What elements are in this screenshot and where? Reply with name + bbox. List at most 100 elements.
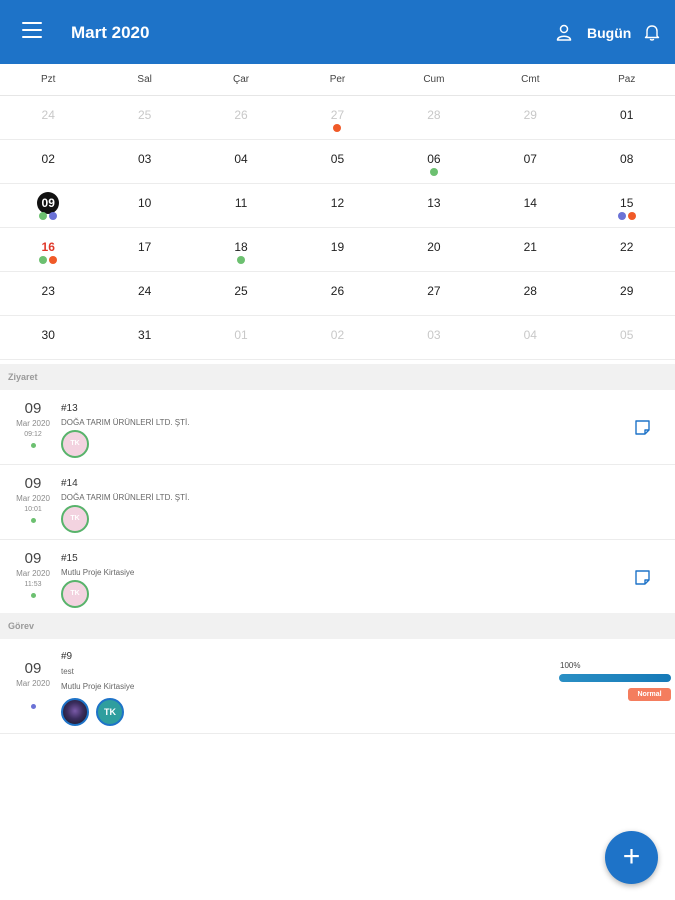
calendar-day[interactable]: 30	[0, 316, 96, 359]
calendar-day[interactable]: 03	[386, 316, 482, 359]
avatar[interactable]: TK	[96, 698, 124, 726]
weekday-label: Per	[329, 74, 346, 85]
event-dots	[0, 212, 96, 220]
calendar-day[interactable]: 03	[96, 140, 192, 183]
page-title: Mart 2020	[71, 23, 150, 42]
avatar[interactable]: TK	[61, 430, 89, 458]
calendar-day[interactable]: 24	[96, 272, 192, 315]
calendar-day[interactable]: 13	[386, 184, 482, 227]
progress-fill	[559, 674, 671, 682]
day-number: 12	[330, 196, 345, 210]
day-number: 03	[137, 152, 152, 166]
calendar-day[interactable]: 01	[579, 96, 675, 139]
visit-date: 09 Mar 2020 11:53	[0, 540, 66, 598]
task-company: Mutlu Proje Kirtasiye	[61, 682, 135, 691]
calendar-day[interactable]: 02	[289, 316, 385, 359]
add-button[interactable]: +	[605, 831, 658, 884]
event-dot	[429, 168, 438, 176]
menu-icon[interactable]	[22, 22, 42, 40]
avatar-photo[interactable]	[61, 698, 89, 726]
calendar-day[interactable]: 22	[579, 228, 675, 271]
app-bar: Mart 2020 Bugün	[0, 0, 675, 64]
task-day: 09	[24, 660, 42, 677]
calendar-day[interactable]: 23	[0, 272, 96, 315]
calendar-day[interactable]: 17	[96, 228, 192, 271]
calendar-day[interactable]: 04	[482, 316, 578, 359]
calendar-day[interactable]: 06	[386, 140, 482, 183]
visit-item[interactable]: 09 Mar 2020 10:01 #14 DOĞA TARIM ÜRÜNLERİ LT…	[0, 465, 675, 540]
weekday-label: Cum	[423, 74, 445, 85]
day-number: 02	[41, 152, 55, 166]
calendar-day[interactable]: 24	[0, 96, 96, 139]
day-number: 01	[620, 108, 634, 122]
day-number: 23	[41, 284, 55, 298]
calendar-day[interactable]: 05	[579, 316, 675, 359]
day-number: 30	[41, 328, 55, 342]
calendar-day[interactable]: 14	[482, 184, 578, 227]
calendar-day[interactable]: 15	[579, 184, 675, 227]
status-dot	[30, 518, 36, 523]
calendar-day[interactable]: 04	[193, 140, 289, 183]
calendar-day[interactable]: 25	[193, 272, 289, 315]
day-number: 04	[523, 328, 537, 342]
calendar-week: 24 25 26 27 28 29 01	[0, 96, 675, 140]
day-number: 07	[523, 152, 537, 166]
note-icon[interactable]	[634, 419, 651, 436]
day-number: 03	[427, 328, 441, 342]
event-dot	[617, 212, 626, 220]
calendar-day[interactable]: 26	[193, 96, 289, 139]
today-button[interactable]: Bugün	[587, 25, 631, 41]
calendar-day[interactable]: 10	[96, 184, 192, 227]
calendar-day[interactable]: 05	[289, 140, 385, 183]
calendar-day[interactable]: 29	[579, 272, 675, 315]
user-icon[interactable]	[556, 24, 572, 41]
visit-day: 09	[24, 550, 42, 567]
calendar-day[interactable]: 19	[289, 228, 385, 271]
calendar-day[interactable]: 12	[289, 184, 385, 227]
day-number: 10	[137, 196, 152, 210]
calendar-day[interactable]: 27	[386, 272, 482, 315]
calendar-day[interactable]: 01	[193, 316, 289, 359]
bell-icon[interactable]	[644, 24, 660, 41]
calendar-day[interactable]: 28	[482, 272, 578, 315]
progress-bar	[559, 674, 671, 682]
task-date: 09 Mar 2020	[0, 639, 66, 709]
visit-month: Mar 2020	[16, 419, 50, 428]
calendar-day[interactable]: 27	[289, 96, 385, 139]
calendar-day[interactable]: 02	[0, 140, 96, 183]
visit-company: DOĞA TARIM ÜRÜNLERİ LTD. ŞTİ.	[61, 493, 190, 502]
event-dot	[237, 256, 246, 264]
day-number: 04	[234, 152, 248, 166]
calendar-day[interactable]: 21	[482, 228, 578, 271]
day-number: 01	[234, 328, 248, 342]
calendar-day[interactable]: 09	[0, 184, 96, 227]
section-tasks-label: Görev	[0, 613, 675, 639]
visit-month: Mar 2020	[16, 494, 50, 503]
note-icon[interactable]	[634, 569, 651, 586]
calendar-day[interactable]: 16	[0, 228, 96, 271]
event-dots	[386, 168, 482, 176]
day-number: 26	[234, 108, 248, 122]
visit-item[interactable]: 09 Mar 2020 11:53 #15 Mutlu Proje Kirtasiye T…	[0, 540, 675, 615]
calendar-day[interactable]: 07	[482, 140, 578, 183]
calendar-day[interactable]: 11	[193, 184, 289, 227]
event-dot	[333, 124, 342, 132]
calendar-day[interactable]: 26	[289, 272, 385, 315]
day-number: 02	[330, 328, 345, 342]
calendar-day[interactable]: 18	[193, 228, 289, 271]
visit-number: #15	[61, 553, 78, 564]
calendar-day[interactable]: 25	[96, 96, 192, 139]
calendar-day[interactable]: 29	[482, 96, 578, 139]
avatar[interactable]: TK	[61, 505, 89, 533]
event-dots	[289, 124, 385, 132]
calendar-day[interactable]: 08	[579, 140, 675, 183]
task-item[interactable]: 09 Mar 2020 #9 test Mutlu Proje Kirtasiye TK 1…	[0, 639, 675, 734]
calendar-day[interactable]: 31	[96, 316, 192, 359]
calendar-day[interactable]: 20	[386, 228, 482, 271]
visit-company: Mutlu Proje Kirtasiye	[61, 568, 135, 577]
calendar-day[interactable]: 28	[386, 96, 482, 139]
visit-item[interactable]: 09 Mar 2020 09:12 #13 DOĞA TARIM ÜRÜNLERİ LT…	[0, 390, 675, 465]
weekday-label: Çar	[232, 74, 250, 85]
day-number: 06	[427, 152, 441, 166]
avatar[interactable]: TK	[61, 580, 89, 608]
